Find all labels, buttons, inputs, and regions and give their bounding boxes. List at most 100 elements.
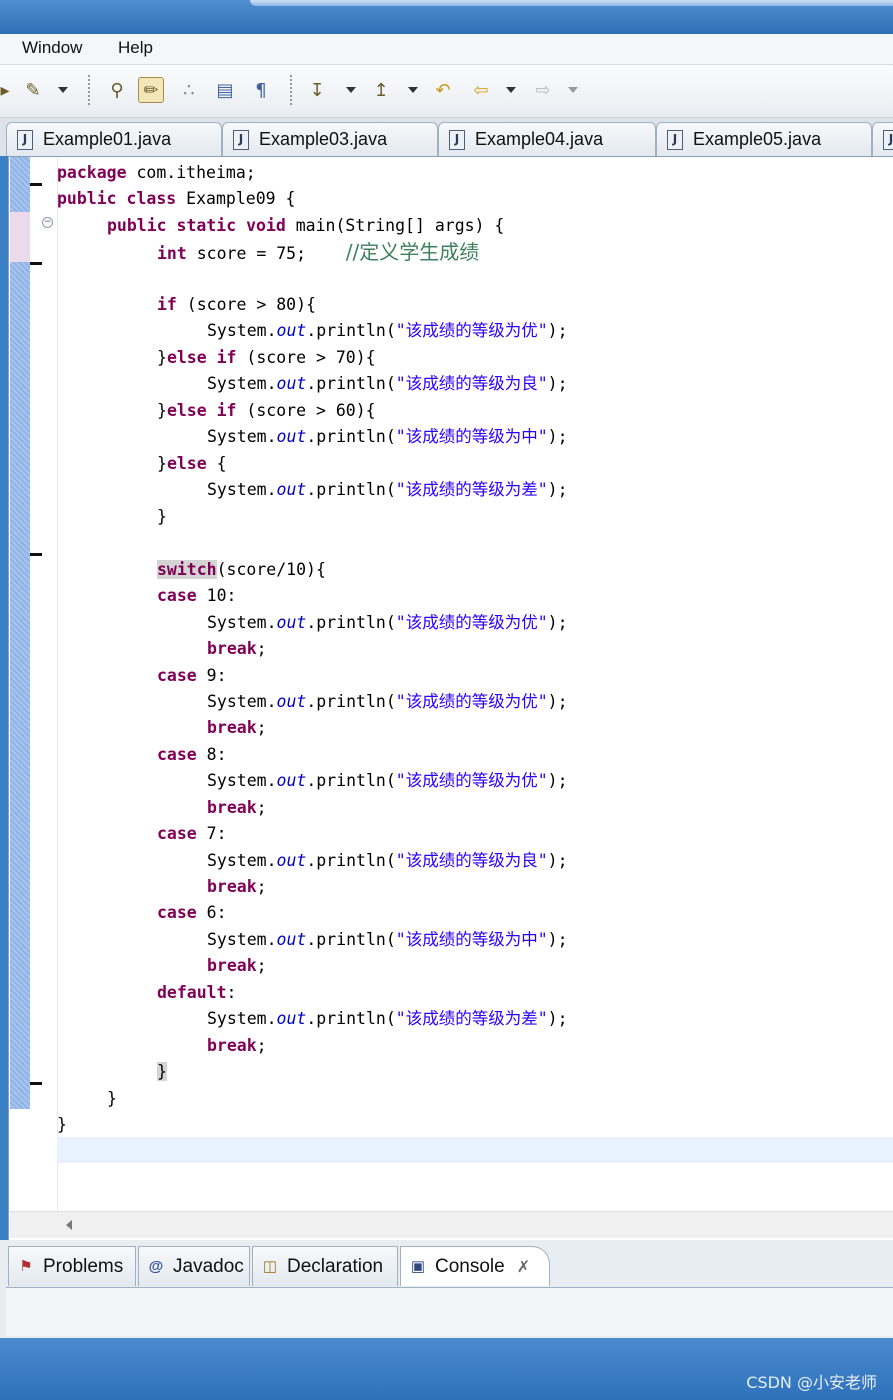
code-line: package com.itheima; [57,163,256,182]
scroll-left-icon[interactable] [66,1220,72,1230]
fold-collapse-icon[interactable]: − [42,217,53,228]
current-line-highlight [57,1137,893,1163]
console-icon: ▣ [410,1257,426,1275]
console-view-area [6,1287,893,1336]
menu-window[interactable]: Window [22,38,82,58]
code-line: break; [207,718,267,737]
code-line: System.out.println("该成绩的等级为优"); [207,771,568,790]
watermark: CSDN @小安老师 [746,1373,877,1392]
tab-console[interactable]: ▣ Console ✗ [400,1246,550,1286]
declaration-icon: ◫ [262,1257,278,1275]
tab-label: Declaration [287,1255,384,1277]
quick-diff-change [10,262,30,1109]
code-line: public class Example09 { [57,189,296,208]
change-marker [30,262,42,265]
code-line: System.out.println("该成绩的等级为优"); [207,613,568,632]
tab-declaration[interactable]: ◫ Declaration [252,1246,398,1286]
menu-help[interactable]: Help [118,38,153,58]
code-line: System.out.println("该成绩的等级为中"); [207,930,568,949]
code-line: int score = 75; //定义学生成绩 [157,240,480,264]
code-line: System.out.println("该成绩的等级为差"); [207,480,568,499]
code-line: if (score > 80){ [157,295,316,314]
code-line: public static void main(String[] args) { [107,216,505,235]
highlight-pen-icon[interactable]: ✏ [138,77,164,103]
tab-example05[interactable]: J Example05.java [656,122,872,156]
window-title-bar [0,0,893,34]
change-marker [30,1082,42,1085]
java-file-icon: J [449,129,465,150]
code-line: System.out.println("该成绩的等级为差"); [207,1009,568,1028]
title-glass [250,0,893,6]
last-edit-icon[interactable]: ↶ [430,77,456,103]
menu-bar: Window Help [0,34,893,65]
quick-diff-change [10,212,30,262]
code-line: System.out.println("该成绩的等级为中"); [207,427,568,446]
code-line: break; [207,877,267,896]
code-line: }else if (score > 70){ [157,348,376,367]
prev-annotation-dropdown-icon[interactable] [408,87,418,93]
code-line: } [157,507,167,526]
java-file-icon: J [667,129,683,150]
change-marker [30,183,42,186]
tab-label: Example03.java [259,129,388,149]
horizontal-scrollbar[interactable] [10,1211,893,1238]
problems-icon: ⚑ [19,1257,33,1275]
code-line: case 10: [157,586,237,605]
close-icon[interactable]: ✗ [517,1257,530,1277]
partial-toolbar-icon[interactable]: ▸ [0,77,18,103]
code-line: break; [207,639,267,658]
change-marker [30,553,42,556]
code-line: case 6: [157,903,227,922]
code-line: case 8: [157,745,227,764]
back-dropdown-icon[interactable] [506,87,516,93]
code-line: }else { [157,454,227,473]
tab-example04[interactable]: J Example04.java [438,122,656,156]
next-annotation-icon[interactable]: ↧ [304,77,330,103]
brush-dropdown-icon[interactable] [58,87,68,93]
balls-icon[interactable]: ∴ [176,77,202,103]
tab-example01[interactable]: J Example01.java [6,122,222,156]
tab-example03[interactable]: J Example03.java [222,122,438,156]
forward-arrow-icon[interactable]: ⇨ [530,77,556,103]
javadoc-icon: @ [148,1257,164,1275]
outline-icon[interactable]: ▤ [212,77,238,103]
code-line: } [157,1062,167,1081]
tab-overflow[interactable]: J [872,122,893,156]
toolbar: ▸ ✎ ⚲ ✏ ∴ ▤ ¶ ↧ ↥ ↶ ⇦ ⇨ [0,65,893,118]
toolbar-separator [290,75,292,107]
code-line: default: [157,983,237,1002]
java-file-icon: J [883,129,893,150]
tab-label: Example01.java [43,129,172,149]
java-file-icon: J [233,129,249,150]
code-line: System.out.println("该成绩的等级为良"); [207,374,568,393]
prev-annotation-icon[interactable]: ↥ [368,77,394,103]
next-annotation-dropdown-icon[interactable] [346,87,356,93]
code-line: System.out.println("该成绩的等级为优"); [207,321,568,340]
brush-icon[interactable]: ✎ [20,77,46,103]
quick-diff-change [10,157,30,212]
code-line: }else if (score > 60){ [157,401,376,420]
code-line: } [57,1115,67,1134]
tab-problems[interactable]: ⚑ Problems [8,1246,136,1286]
toolbar-separator [88,75,90,107]
tab-label: Javadoc [173,1255,244,1277]
tab-label: Example05.java [693,129,822,149]
tab-javadoc[interactable]: @ Javadoc [138,1246,250,1286]
search-help-icon[interactable]: ⚲ [104,77,130,103]
code-line: } [107,1089,117,1108]
pilcrow-icon[interactable]: ¶ [248,77,274,103]
code-line: System.out.println("该成绩的等级为良"); [207,851,568,870]
code-line: switch(score/10){ [157,560,326,579]
code-line: break; [207,956,267,975]
tab-label: Problems [43,1255,124,1277]
line-number-gutter [30,157,58,1211]
editor-tab-bar: J Example01.java J Example03.java J Example… [0,118,893,156]
code-line: case 7: [157,824,227,843]
code-line: break; [207,1036,267,1055]
tab-label: Console [435,1255,505,1277]
back-arrow-icon[interactable]: ⇦ [468,77,494,103]
java-file-icon: J [17,129,33,150]
tab-label: Example04.java [475,129,604,149]
code-line: case 9: [157,666,227,685]
forward-dropdown-icon[interactable] [568,87,578,93]
